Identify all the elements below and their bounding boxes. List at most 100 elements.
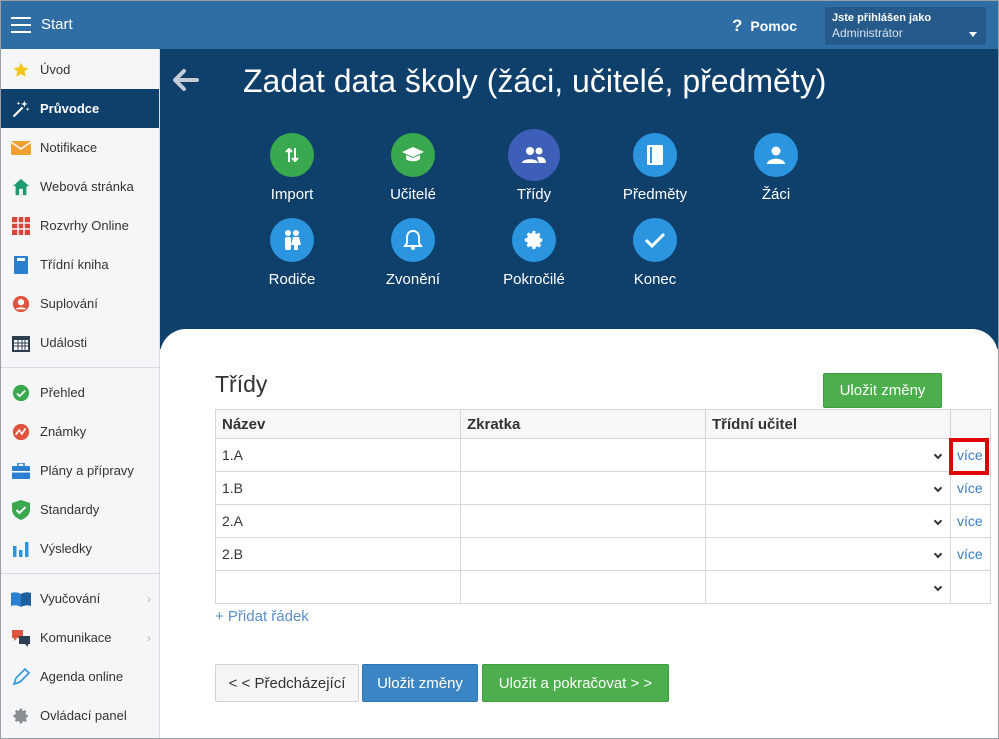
sidebar-item-agenda-online[interactable]: Agenda online bbox=[1, 657, 159, 696]
more-cell bbox=[950, 570, 991, 604]
chevron-right-icon: › bbox=[147, 591, 151, 606]
help-button[interactable]: ? Pomoc bbox=[732, 16, 797, 36]
name-input[interactable] bbox=[215, 570, 461, 604]
sidebar-item-uvod[interactable]: Úvod bbox=[1, 50, 159, 89]
sidebar-item-plany-a-pripravy[interactable]: Plány a přípravy bbox=[1, 451, 159, 490]
sidebar-item-standardy[interactable]: Standardy bbox=[1, 490, 159, 529]
wizard-step-predmety[interactable]: Předměty bbox=[600, 133, 710, 203]
more-cell: více bbox=[950, 537, 991, 571]
sidebar-item-label: Agenda online bbox=[40, 669, 124, 684]
sidebar-item-tridni-kniha[interactable]: Třídní kniha bbox=[1, 245, 159, 284]
wizard-step-zvoneni[interactable]: Zvonění bbox=[358, 218, 468, 288]
teacher-select[interactable] bbox=[705, 438, 951, 472]
teacher-select[interactable] bbox=[705, 471, 951, 505]
wizard-step-rodice[interactable]: Rodiče bbox=[237, 218, 347, 288]
check-circle-icon bbox=[11, 383, 31, 403]
more-link[interactable]: více bbox=[957, 546, 983, 562]
wizard-step-label: Rodiče bbox=[268, 271, 316, 288]
sidebar-item-rozvrhy-online[interactable]: Rozvrhy Online bbox=[1, 206, 159, 245]
bar-chart-icon bbox=[11, 539, 31, 559]
abbr-input[interactable] bbox=[460, 537, 706, 571]
sidebar-item-pruvodce[interactable]: Průvodce bbox=[1, 89, 159, 128]
back-arrow-icon[interactable] bbox=[173, 67, 199, 98]
save-and-continue-button[interactable]: Uložit a pokračovat > > bbox=[482, 664, 669, 702]
sidebar-item-label: Komunikace bbox=[40, 630, 112, 645]
sidebar-item-suplovani[interactable]: Suplování bbox=[1, 284, 159, 323]
table-row: 1.A více bbox=[215, 438, 991, 472]
sidebar-item-komunikace[interactable]: Komunikace › bbox=[1, 618, 159, 657]
name-input[interactable]: 1.A bbox=[215, 438, 461, 472]
user-menu[interactable]: Jste přihlášen jako Administrátor bbox=[825, 7, 986, 45]
wizard-step-label: Žáci bbox=[761, 186, 791, 203]
highlight-box bbox=[949, 438, 989, 475]
sidebar-item-vyucovani[interactable]: Vyučování › bbox=[1, 579, 159, 618]
wizard-step-konec[interactable]: Konec bbox=[600, 218, 710, 288]
chevron-down-icon bbox=[933, 516, 943, 526]
shield-check-icon bbox=[11, 499, 31, 520]
checkmark-icon bbox=[633, 218, 677, 262]
chevron-down-icon bbox=[933, 450, 943, 460]
magic-wand-icon bbox=[11, 99, 31, 119]
chevron-down-icon bbox=[933, 582, 943, 592]
more-link[interactable]: více bbox=[957, 513, 983, 529]
name-input[interactable]: 1.B bbox=[215, 471, 461, 505]
book-icon bbox=[633, 133, 677, 177]
save-changes-button-top[interactable]: Uložit změny bbox=[823, 373, 942, 408]
app-title[interactable]: Start bbox=[41, 16, 73, 33]
name-input[interactable]: 2.B bbox=[215, 537, 461, 571]
sidebar-item-notifikace[interactable]: Notifikace bbox=[1, 128, 159, 167]
house-icon bbox=[11, 177, 31, 197]
chat-bubbles-icon bbox=[11, 628, 31, 648]
add-row-link[interactable]: + Přidat řádek bbox=[215, 608, 309, 625]
sidebar-item-label: Výsledky bbox=[40, 541, 93, 556]
top-bar: Start ? Pomoc Jste přihlášen jako Adminis… bbox=[1, 1, 998, 49]
wizard-step-tridy[interactable]: Třídy bbox=[479, 129, 589, 203]
previous-button[interactable]: < < Předcházející bbox=[215, 664, 359, 702]
wizard-step-ucitele[interactable]: Učitelé bbox=[358, 133, 468, 203]
wizard-step-zaci[interactable]: Žáci bbox=[721, 133, 831, 203]
sidebar-divider bbox=[1, 367, 159, 368]
sidebar-item-label: Známky bbox=[40, 424, 87, 439]
wizard-step-import[interactable]: Import bbox=[237, 133, 347, 203]
teacher-select[interactable] bbox=[705, 504, 951, 538]
chevron-down-icon bbox=[933, 549, 943, 559]
sidebar-item-prehled[interactable]: Přehled bbox=[1, 373, 159, 412]
abbr-input[interactable] bbox=[460, 438, 706, 472]
person-icon bbox=[11, 294, 31, 314]
more-link[interactable]: více bbox=[957, 480, 983, 496]
sidebar-item-ovladaci-panel[interactable]: Ovládací panel bbox=[1, 696, 159, 735]
sidebar-item-webova-stranka[interactable]: Webová stránka bbox=[1, 167, 159, 206]
wizard-step-label: Import bbox=[270, 186, 314, 203]
sidebar-item-udalosti[interactable]: Události bbox=[1, 323, 159, 362]
abbr-input[interactable] bbox=[460, 504, 706, 538]
teacher-select[interactable] bbox=[705, 537, 951, 571]
wizard-step-pokrocile[interactable]: Pokročilé bbox=[479, 218, 589, 288]
sidebar-item-label: Plány a přípravy bbox=[40, 463, 134, 478]
table-row bbox=[215, 570, 991, 604]
sidebar-item-label: Vyučování bbox=[40, 591, 101, 606]
teacher-select[interactable] bbox=[705, 570, 951, 604]
section-title: Třídy bbox=[215, 371, 268, 397]
abbr-input[interactable] bbox=[460, 570, 706, 604]
abbr-input[interactable] bbox=[460, 471, 706, 505]
menu-icon[interactable] bbox=[11, 17, 31, 33]
user-role: Administrátor bbox=[832, 26, 903, 40]
name-input[interactable]: 2.A bbox=[215, 504, 461, 538]
app-window: Start ? Pomoc Jste přihlášen jako Adminis… bbox=[0, 0, 999, 739]
sidebar-item-label: Průvodce bbox=[40, 101, 100, 116]
chevron-down-icon bbox=[933, 483, 943, 493]
save-changes-button[interactable]: Uložit změny bbox=[362, 664, 478, 702]
person-icon bbox=[754, 133, 798, 177]
caret-down-icon bbox=[969, 32, 977, 37]
user-menu-caption: Jste přihlášen jako bbox=[832, 12, 932, 24]
more-cell: více bbox=[950, 471, 991, 505]
column-header-nazev: Název bbox=[215, 409, 461, 439]
table-row: 2.A více bbox=[215, 504, 991, 538]
classes-table: Název Zkratka Třídní učitel 1.A více 1.B… bbox=[215, 409, 991, 604]
sidebar-item-vysledky[interactable]: Výsledky bbox=[1, 529, 159, 568]
grades-icon bbox=[11, 422, 31, 442]
parents-icon bbox=[270, 218, 314, 262]
column-header-tridni-ucitel: Třídní učitel bbox=[705, 409, 951, 439]
wizard-step-label: Učitelé bbox=[390, 186, 436, 203]
sidebar-item-znamky[interactable]: Známky bbox=[1, 412, 159, 451]
